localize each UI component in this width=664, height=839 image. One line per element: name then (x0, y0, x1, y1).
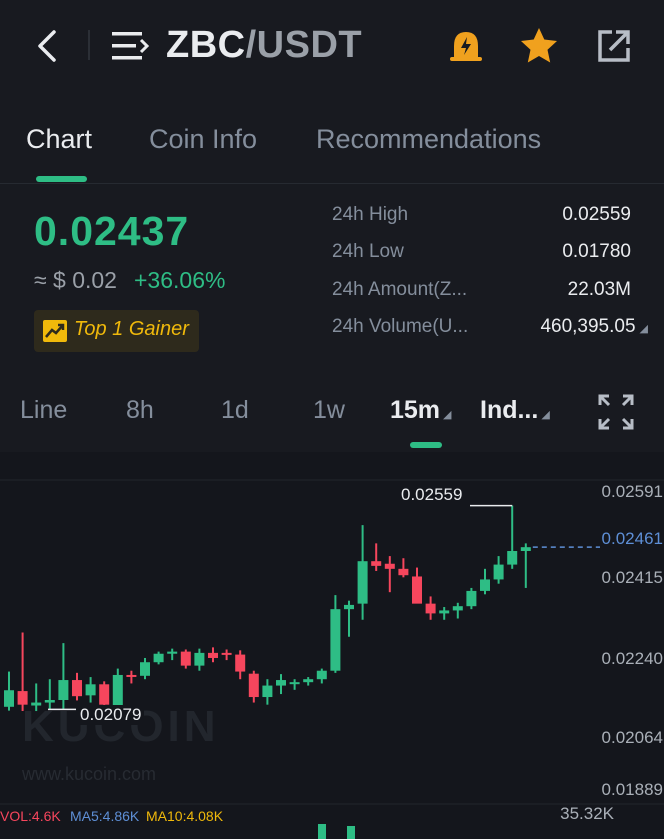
y-axis-label: 0.02064 (601, 728, 663, 747)
candle-body (58, 680, 69, 701)
tab-bar: Chart Coin Info Recommendations (0, 110, 664, 184)
volume-axis-max: 35.32K (560, 804, 614, 823)
candle-body (126, 674, 137, 677)
candle-body (208, 652, 218, 658)
y-axis-label: 0.02240 (601, 649, 663, 668)
candle-body (221, 652, 232, 655)
candle-body (303, 679, 314, 683)
timeframe-line[interactable]: Line (20, 396, 67, 425)
active-timeframe-indicator (410, 442, 442, 448)
candle-body (452, 606, 463, 611)
candle-body (17, 691, 28, 705)
divider (88, 30, 90, 60)
candlestick-plot (0, 479, 664, 839)
favorite-star-icon[interactable] (517, 24, 561, 68)
y-axis-label: 0.02591 (601, 482, 663, 501)
candle-body (194, 652, 205, 666)
stat-24h-volume-value: 460,395.05 (540, 316, 636, 337)
stat-24h-amount-value: 22.03M (567, 279, 631, 300)
corner-triangle-icon: ◢ (639, 323, 648, 335)
candle-body (140, 662, 150, 676)
candle-body (480, 579, 490, 591)
tab-coin-info[interactable]: Coin Info (149, 124, 257, 155)
stat-24h-low-value: 0.01780 (562, 241, 631, 262)
corner-triangle-icon: ◢ (541, 409, 550, 421)
candle-body (466, 590, 477, 607)
volume-label: VOL:4.6K (0, 808, 61, 824)
fullscreen-icon[interactable] (598, 394, 634, 430)
candle-body (85, 684, 96, 696)
trending-up-icon (43, 320, 67, 342)
tab-chart[interactable]: Chart (26, 124, 92, 155)
top-gainer-label: Top 1 Gainer (74, 318, 189, 340)
candle-body (153, 653, 164, 663)
stat-24h-high-value: 0.02559 (562, 204, 631, 225)
stat-24h-volume-label: 24h Volume(U... (332, 316, 469, 337)
candle-body (520, 547, 531, 552)
candle-body (72, 680, 82, 697)
candle-body (384, 563, 395, 569)
top-gainer-badge[interactable]: Top 1 Gainer (34, 310, 199, 352)
candle-body (99, 684, 110, 705)
candle-body (167, 651, 178, 654)
candle-body (330, 609, 341, 671)
last-price: 0.02437 (34, 208, 190, 254)
candlestick-chart[interactable]: KUCOIN www.kucoin.com 0.02591 0.02461 0.… (0, 452, 664, 839)
price-alert-bell-icon[interactable] (444, 24, 488, 68)
pair-base: ZBC (166, 24, 246, 66)
candle-body (493, 564, 504, 580)
pair-quote: /USDT (245, 24, 363, 66)
timeframe-15m[interactable]: 15m ◢ (390, 396, 452, 425)
candle-body (262, 685, 273, 698)
volume-bar (318, 824, 326, 839)
tab-recommendations[interactable]: Recommendations (316, 124, 541, 155)
candle-body (398, 568, 409, 576)
trading-pair-title[interactable]: ZBC/USDT (166, 24, 362, 67)
stat-24h-amount-label: 24h Amount(Z... (332, 279, 468, 300)
back-arrow-icon[interactable] (30, 26, 66, 66)
candle-body (439, 610, 450, 614)
timeframe-8h[interactable]: 8h (126, 396, 154, 425)
candle-body (412, 576, 422, 604)
candle-body (316, 670, 327, 680)
current-price-label: 0.02461 (601, 529, 663, 548)
y-axis-label: 0.01889 (601, 780, 663, 799)
candle-body (344, 604, 354, 610)
candle-body (248, 673, 259, 698)
candle-body (180, 651, 191, 666)
price-change-percent: +36.06% (134, 267, 226, 293)
usd-approx-price: ≈ $ 0.02 (34, 267, 117, 293)
candle-body (31, 702, 42, 706)
candle-body (44, 700, 55, 703)
candle-body (4, 690, 14, 707)
active-tab-indicator (36, 176, 87, 182)
menu-icon[interactable] (110, 30, 150, 62)
top-bar: ZBC/USDT (0, 0, 664, 92)
indicators-label: Ind... (480, 396, 539, 424)
ma5-label: MA5:4.86K (70, 808, 140, 824)
y-axis-label: 0.02415 (601, 568, 663, 587)
low-price-marker: 0.02079 (77, 705, 145, 725)
candle-body (371, 561, 382, 566)
corner-triangle-icon: ◢ (443, 409, 452, 421)
candle-body (276, 680, 286, 686)
candle-body (289, 682, 300, 685)
timeframe-1d[interactable]: 1d (221, 396, 249, 425)
candle-body (507, 551, 518, 565)
candle-body (425, 603, 436, 614)
share-icon[interactable] (592, 24, 636, 68)
stat-24h-low-label: 24h Low (332, 241, 404, 262)
ma10-label: MA10:4.08K (146, 808, 224, 824)
candle-body (112, 674, 123, 706)
timeframe-1w[interactable]: 1w (313, 396, 345, 425)
stat-24h-high-label: 24h High (332, 204, 409, 225)
candle-body (235, 654, 246, 672)
timeframe-15m-label: 15m (390, 396, 441, 424)
stat-24h-volume-row[interactable]: 460,395.05 ◢ (540, 316, 648, 338)
high-price-marker: 0.02559 (398, 485, 466, 505)
candle-body (357, 561, 368, 604)
indicators-selector[interactable]: Ind... ◢ (480, 396, 550, 425)
volume-bar (347, 826, 355, 839)
